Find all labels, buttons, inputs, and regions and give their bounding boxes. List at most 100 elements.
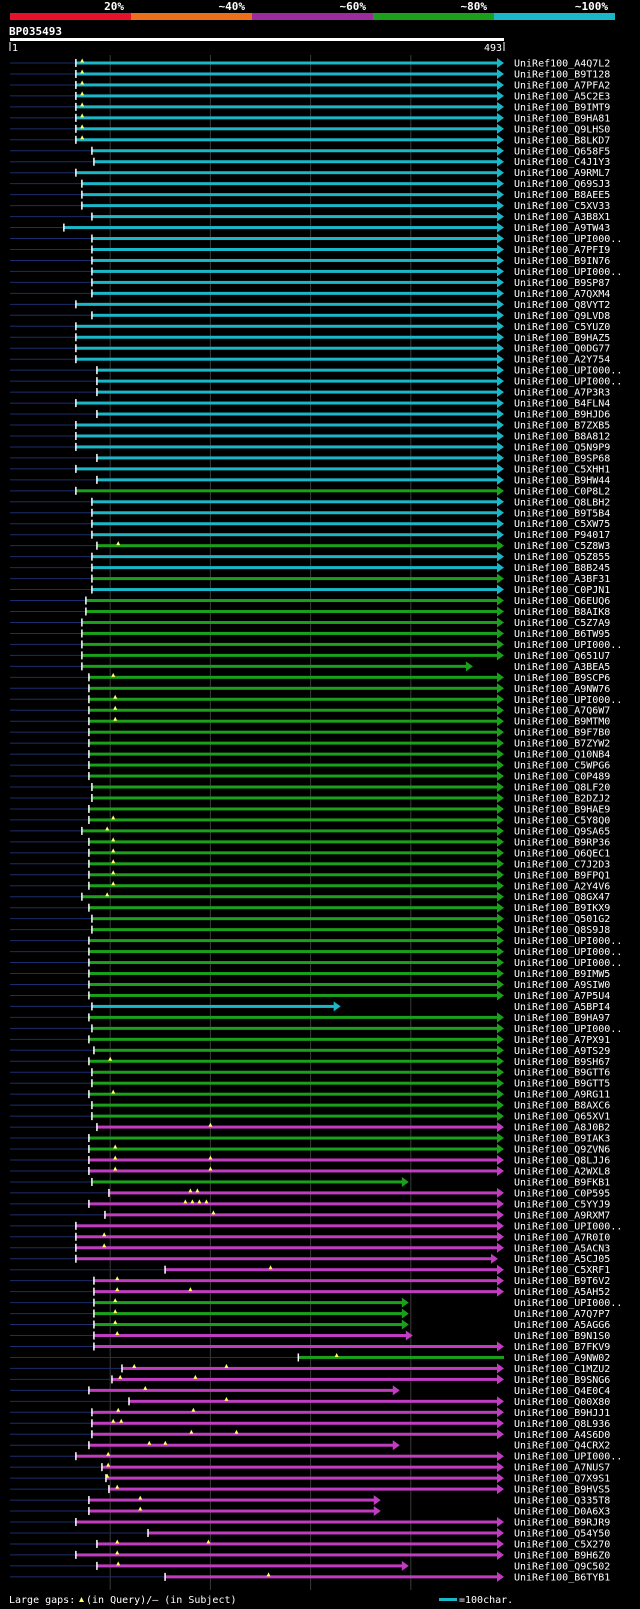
hit-label[interactable]: UniRef100_B9N1S0 <box>514 1331 610 1342</box>
hit-label[interactable]: UniRef100_Q69SJ3 <box>514 179 610 190</box>
hit-label[interactable]: UniRef100_A9SIW0 <box>514 980 610 991</box>
hit-label[interactable]: UniRef100_B9HJJ1 <box>514 1408 610 1419</box>
hit-label[interactable]: UniRef100_B9F7B0 <box>514 728 610 739</box>
hit-label[interactable]: UniRef100_B4FLN4 <box>514 399 610 410</box>
hit-label[interactable]: UniRef100_A2WXL8 <box>514 1166 610 1177</box>
hit-label[interactable]: UniRef100_B9SCP6 <box>514 673 610 684</box>
hit-label[interactable]: UniRef100_C5YYJ9 <box>514 1199 610 1210</box>
hit-label[interactable]: UniRef100_B9HA81 <box>514 113 610 124</box>
hit-row[interactable]: UniRef100_UPI000.. <box>10 1023 622 1035</box>
hit-label[interactable]: UniRef100_B9IMT9 <box>514 102 610 113</box>
hit-label[interactable]: UniRef100_C5XV33 <box>514 201 610 212</box>
hit-label[interactable]: UniRef100_B9SH67 <box>514 1057 610 1068</box>
hit-label[interactable]: UniRef100_Q9ZVN6 <box>514 1145 610 1156</box>
hit-label[interactable]: UniRef100_UPI000.. <box>514 936 622 947</box>
hit-label[interactable]: UniRef100_UPI000.. <box>514 1221 622 1232</box>
hit-label[interactable]: UniRef100_C7J2D3 <box>514 859 610 870</box>
hit-label[interactable]: UniRef100_B2DZJ2 <box>514 793 610 804</box>
hit-row[interactable]: UniRef100_UPI000.. <box>10 694 622 706</box>
hit-label[interactable]: UniRef100_A7PX91 <box>514 1035 610 1046</box>
hit-label[interactable]: UniRef100_A7PFI9 <box>514 245 610 256</box>
hit-label[interactable]: UniRef100_A9RG11 <box>514 1090 610 1101</box>
hit-label[interactable]: UniRef100_B9IMW5 <box>514 969 610 980</box>
hit-label[interactable]: UniRef100_B8LKD7 <box>514 135 610 146</box>
hit-label[interactable]: UniRef100_B9IKX9 <box>514 903 610 914</box>
hit-label[interactable]: UniRef100_D0A6X3 <box>514 1507 610 1518</box>
hit-label[interactable]: UniRef100_Q0DG77 <box>514 344 610 355</box>
hit-row[interactable]: UniRef100_UPI000.. <box>10 376 622 388</box>
hit-label[interactable]: UniRef100_A2Y754 <box>514 355 610 366</box>
hit-label[interactable]: UniRef100_B9T128 <box>514 69 610 80</box>
hit-label[interactable]: UniRef100_Q8GX47 <box>514 892 610 903</box>
hit-label[interactable]: UniRef100_B8B245 <box>514 563 610 574</box>
hit-label[interactable]: UniRef100_Q65XV1 <box>514 1112 610 1123</box>
hit-label[interactable]: UniRef100_C4J1Y3 <box>514 157 610 168</box>
hit-label[interactable]: UniRef100_A4Q7L2 <box>514 59 610 70</box>
hit-label[interactable]: UniRef100_C5YUZ0 <box>514 322 610 333</box>
hit-label[interactable]: UniRef100_B9FPQ1 <box>514 870 610 881</box>
hit-label[interactable]: UniRef100_C5WPG6 <box>514 761 610 772</box>
hit-label[interactable]: UniRef100_C5Y8Q0 <box>514 815 610 826</box>
hit-label[interactable]: UniRef100_A7Q6W7 <box>514 706 610 717</box>
hit-label[interactable]: UniRef100_A8J0B2 <box>514 1123 610 1134</box>
hit-row[interactable]: UniRef100_UPI000.. <box>10 957 622 970</box>
hit-label[interactable]: UniRef100_B7ZXB5 <box>514 421 610 432</box>
hit-label[interactable]: UniRef100_A7P3R3 <box>514 388 610 399</box>
hit-label[interactable]: UniRef100_C5Z7A9 <box>514 618 610 629</box>
hit-label[interactable]: UniRef100_B9IAK3 <box>514 1134 610 1145</box>
hit-label[interactable]: UniRef100_Q4E0C4 <box>514 1386 610 1397</box>
hit-label[interactable]: UniRef100_A9RXM7 <box>514 1210 610 1221</box>
hit-label[interactable]: UniRef100_UPI000.. <box>514 947 622 958</box>
hit-label[interactable]: UniRef100_B9HAZ5 <box>514 333 610 344</box>
hit-label[interactable]: UniRef100_B6TW95 <box>514 629 610 640</box>
hit-label[interactable]: UniRef100_UPI000.. <box>514 1024 622 1035</box>
hit-label[interactable]: UniRef100_A3B8X1 <box>514 212 610 223</box>
hit-label[interactable]: UniRef100_P94017 <box>514 530 610 541</box>
hit-label[interactable]: UniRef100_UPI000.. <box>514 1298 622 1309</box>
hit-label[interactable]: UniRef100_Q8LJJ6 <box>514 1156 610 1167</box>
hit-label[interactable]: UniRef100_UPI000.. <box>514 958 622 969</box>
hit-row[interactable]: UniRef100_UPI000.. <box>10 935 622 948</box>
hit-label[interactable]: UniRef100_B9SNG6 <box>514 1375 610 1386</box>
hit-label[interactable]: UniRef100_B8AXC6 <box>514 1101 610 1112</box>
hit-label[interactable]: UniRef100_B9RJR9 <box>514 1518 610 1529</box>
hit-label[interactable]: UniRef100_B9IN76 <box>514 256 610 267</box>
hit-label[interactable]: UniRef100_UPI000.. <box>514 234 622 245</box>
hit-label[interactable]: UniRef100_A5AH52 <box>514 1287 610 1298</box>
hit-row[interactable]: UniRef100_UPI000.. <box>10 365 622 377</box>
hit-label[interactable]: UniRef100_UPI000.. <box>514 377 622 388</box>
hit-label[interactable]: UniRef100_B9HAE9 <box>514 804 610 815</box>
hit-label[interactable]: UniRef100_A7QXM4 <box>514 289 610 300</box>
hit-label[interactable]: UniRef100_Q9SA65 <box>514 826 610 837</box>
hit-label[interactable]: UniRef100_Q8LF20 <box>514 783 610 794</box>
hit-label[interactable]: UniRef100_Q8L936 <box>514 1419 610 1430</box>
hit-label[interactable]: UniRef100_B9HJD6 <box>514 410 610 421</box>
hit-label[interactable]: UniRef100_A9TS29 <box>514 1046 610 1057</box>
hit-label[interactable]: UniRef100_Q335T8 <box>514 1496 610 1507</box>
hit-label[interactable]: UniRef100_B9HW44 <box>514 475 610 486</box>
hit-label[interactable]: UniRef100_A7PFA2 <box>514 80 610 91</box>
hit-label[interactable]: UniRef100_Q6QEC1 <box>514 848 610 859</box>
hit-label[interactable]: UniRef100_B9H6Z0 <box>514 1550 610 1561</box>
hit-label[interactable]: UniRef100_B7ZYW2 <box>514 739 610 750</box>
hit-label[interactable]: UniRef100_B8AEE5 <box>514 190 610 201</box>
hit-row[interactable]: UniRef100_UPI000.. <box>10 1220 622 1233</box>
hit-row[interactable]: UniRef100_UPI000.. <box>10 639 622 651</box>
hit-label[interactable]: UniRef100_Q10NB4 <box>514 750 610 761</box>
hit-label[interactable]: UniRef100_A9TW43 <box>514 223 610 234</box>
hit-label[interactable]: UniRef100_A5C2E3 <box>514 91 610 102</box>
hit-label[interactable]: UniRef100_C1MZU2 <box>514 1364 610 1375</box>
hit-label[interactable]: UniRef100_B9SP87 <box>514 278 610 289</box>
hit-label[interactable]: UniRef100_UPI000.. <box>514 366 622 377</box>
hit-label[interactable]: UniRef100_A5ACN3 <box>514 1243 610 1254</box>
hit-label[interactable]: UniRef100_Q8S9J8 <box>514 925 610 936</box>
hit-label[interactable]: UniRef100_B9GTT6 <box>514 1068 610 1079</box>
hit-label[interactable]: UniRef100_A7P5U4 <box>514 991 610 1002</box>
hit-label[interactable]: UniRef100_A7NUS7 <box>514 1463 610 1474</box>
hit-label[interactable]: UniRef100_B7FKV9 <box>514 1342 610 1353</box>
hit-label[interactable]: UniRef100_A9NW76 <box>514 684 610 695</box>
hit-label[interactable]: UniRef100_UPI000.. <box>514 640 622 651</box>
hit-label[interactable]: UniRef100_UPI000.. <box>514 267 622 278</box>
hit-label[interactable]: UniRef100_A7R0I0 <box>514 1232 610 1243</box>
hit-label[interactable]: UniRef100_Q6EUQ6 <box>514 596 610 607</box>
